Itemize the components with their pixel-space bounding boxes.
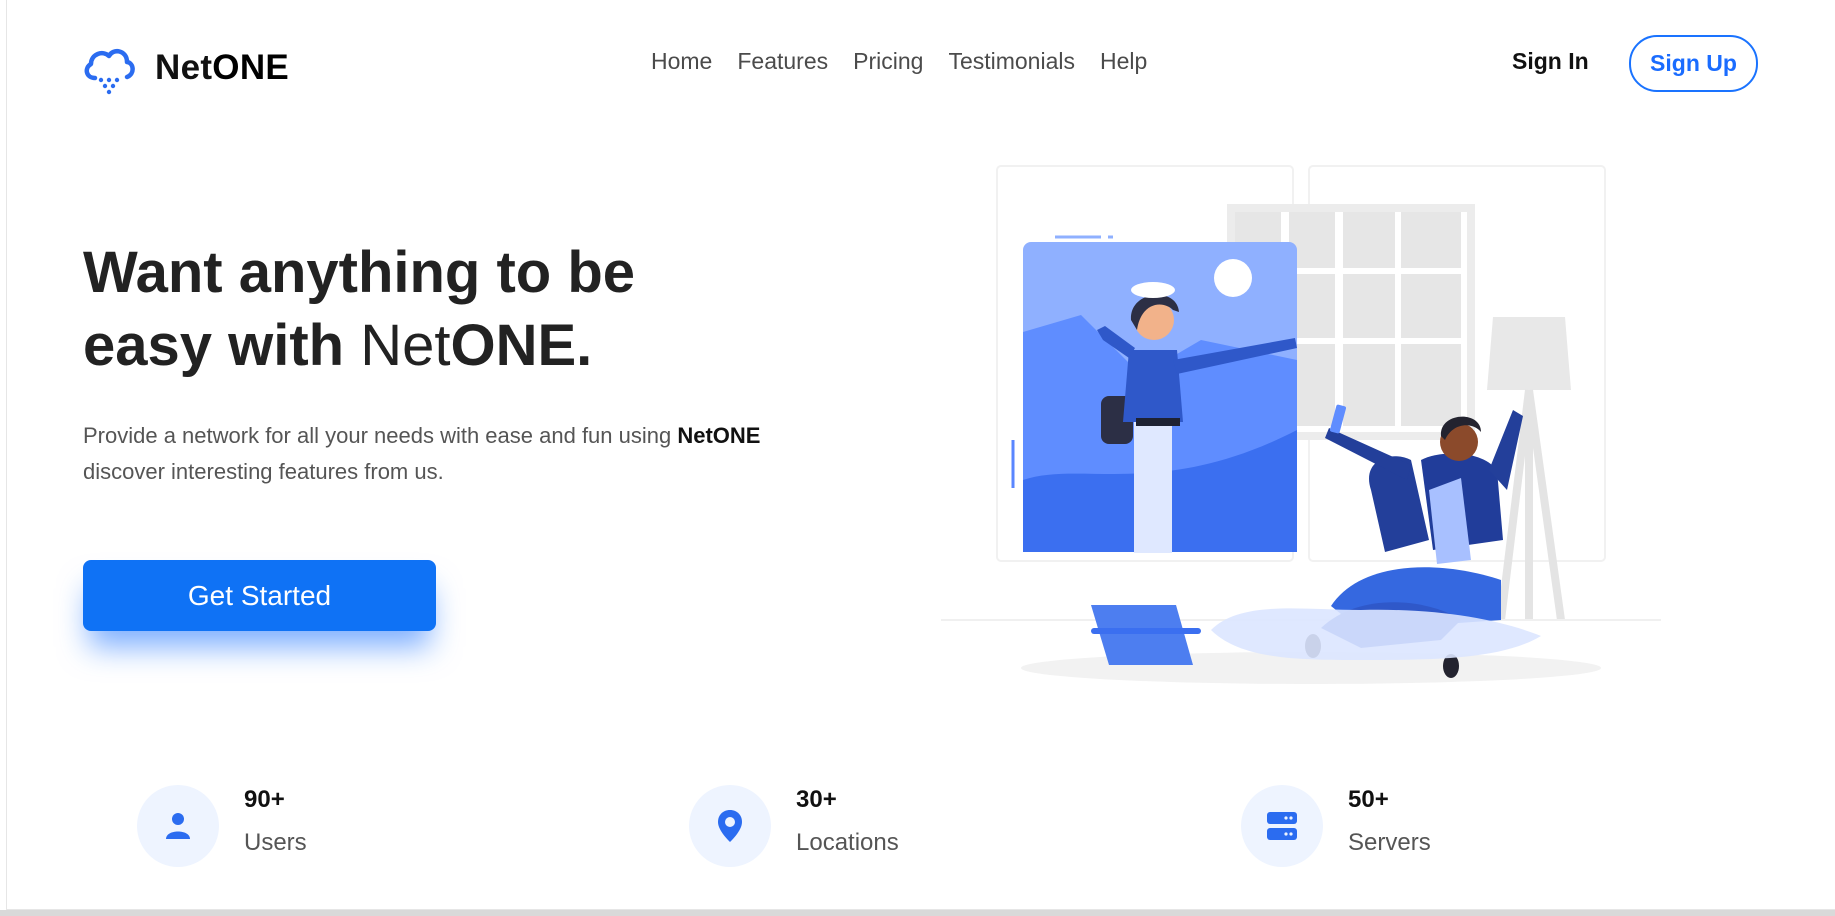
stat-locations-label: Locations bbox=[796, 829, 899, 856]
nav-link-help[interactable]: Help bbox=[1100, 48, 1147, 75]
hero-title-line1: Want anything to be bbox=[83, 240, 636, 305]
location-pin-icon bbox=[689, 785, 771, 867]
brand-name: NetONE bbox=[155, 48, 289, 88]
hero-subtitle-text-2: discover interesting features from us. bbox=[83, 459, 444, 484]
hero-title-brand-bold: ONE. bbox=[450, 313, 593, 378]
stat-users: 90+ Users bbox=[137, 785, 307, 867]
window-bottom-edge bbox=[0, 910, 1835, 916]
stat-servers: 50+ Servers bbox=[1241, 785, 1431, 867]
hero-title-brand-light: Net bbox=[360, 313, 451, 378]
cloud-icon bbox=[84, 48, 135, 95]
hero-subtitle: Provide a network for all your needs wit… bbox=[83, 418, 883, 490]
hero-illustration bbox=[941, 165, 1661, 684]
hero-subtitle-text: Provide a network for all your needs wit… bbox=[83, 423, 678, 448]
stat-users-label: Users bbox=[244, 829, 307, 856]
landing-page: NetONE Home Features Pricing Testimonial… bbox=[6, 0, 1835, 910]
top-navbar: NetONE Home Features Pricing Testimonial… bbox=[7, 0, 1835, 130]
stat-servers-label: Servers bbox=[1348, 829, 1431, 856]
server-icon-glyph bbox=[1267, 812, 1297, 840]
sign-up-button[interactable]: Sign Up bbox=[1629, 35, 1758, 92]
hero-subtitle-brand: NetONE bbox=[677, 423, 761, 448]
user-icon-glyph bbox=[166, 813, 190, 839]
stat-servers-value: 50+ bbox=[1348, 786, 1389, 813]
brand-logo[interactable]: NetONE bbox=[81, 40, 289, 96]
server-icon bbox=[1241, 785, 1323, 867]
location-pin-icon-glyph bbox=[718, 810, 742, 842]
stat-locations: 30+ Locations bbox=[689, 785, 899, 867]
nav-link-features[interactable]: Features bbox=[737, 48, 828, 75]
hero-title-line2: easy with bbox=[83, 313, 361, 378]
sign-in-link[interactable]: Sign In bbox=[1512, 48, 1589, 75]
user-icon bbox=[137, 785, 219, 867]
hero-title: Want anything to be easy with NetONE. bbox=[83, 236, 823, 382]
nav-link-pricing[interactable]: Pricing bbox=[853, 48, 923, 75]
get-started-button[interactable]: Get Started bbox=[83, 560, 436, 631]
stat-locations-value: 30+ bbox=[796, 786, 837, 813]
stat-users-value: 90+ bbox=[244, 786, 285, 813]
nav-link-home[interactable]: Home bbox=[651, 48, 712, 75]
brand-name-part1: Net bbox=[155, 48, 213, 87]
nav-link-testimonials[interactable]: Testimonials bbox=[948, 48, 1075, 75]
brand-name-part2: ONE bbox=[212, 48, 290, 87]
main-menu: Home Features Pricing Testimonials Help bbox=[651, 48, 1147, 75]
